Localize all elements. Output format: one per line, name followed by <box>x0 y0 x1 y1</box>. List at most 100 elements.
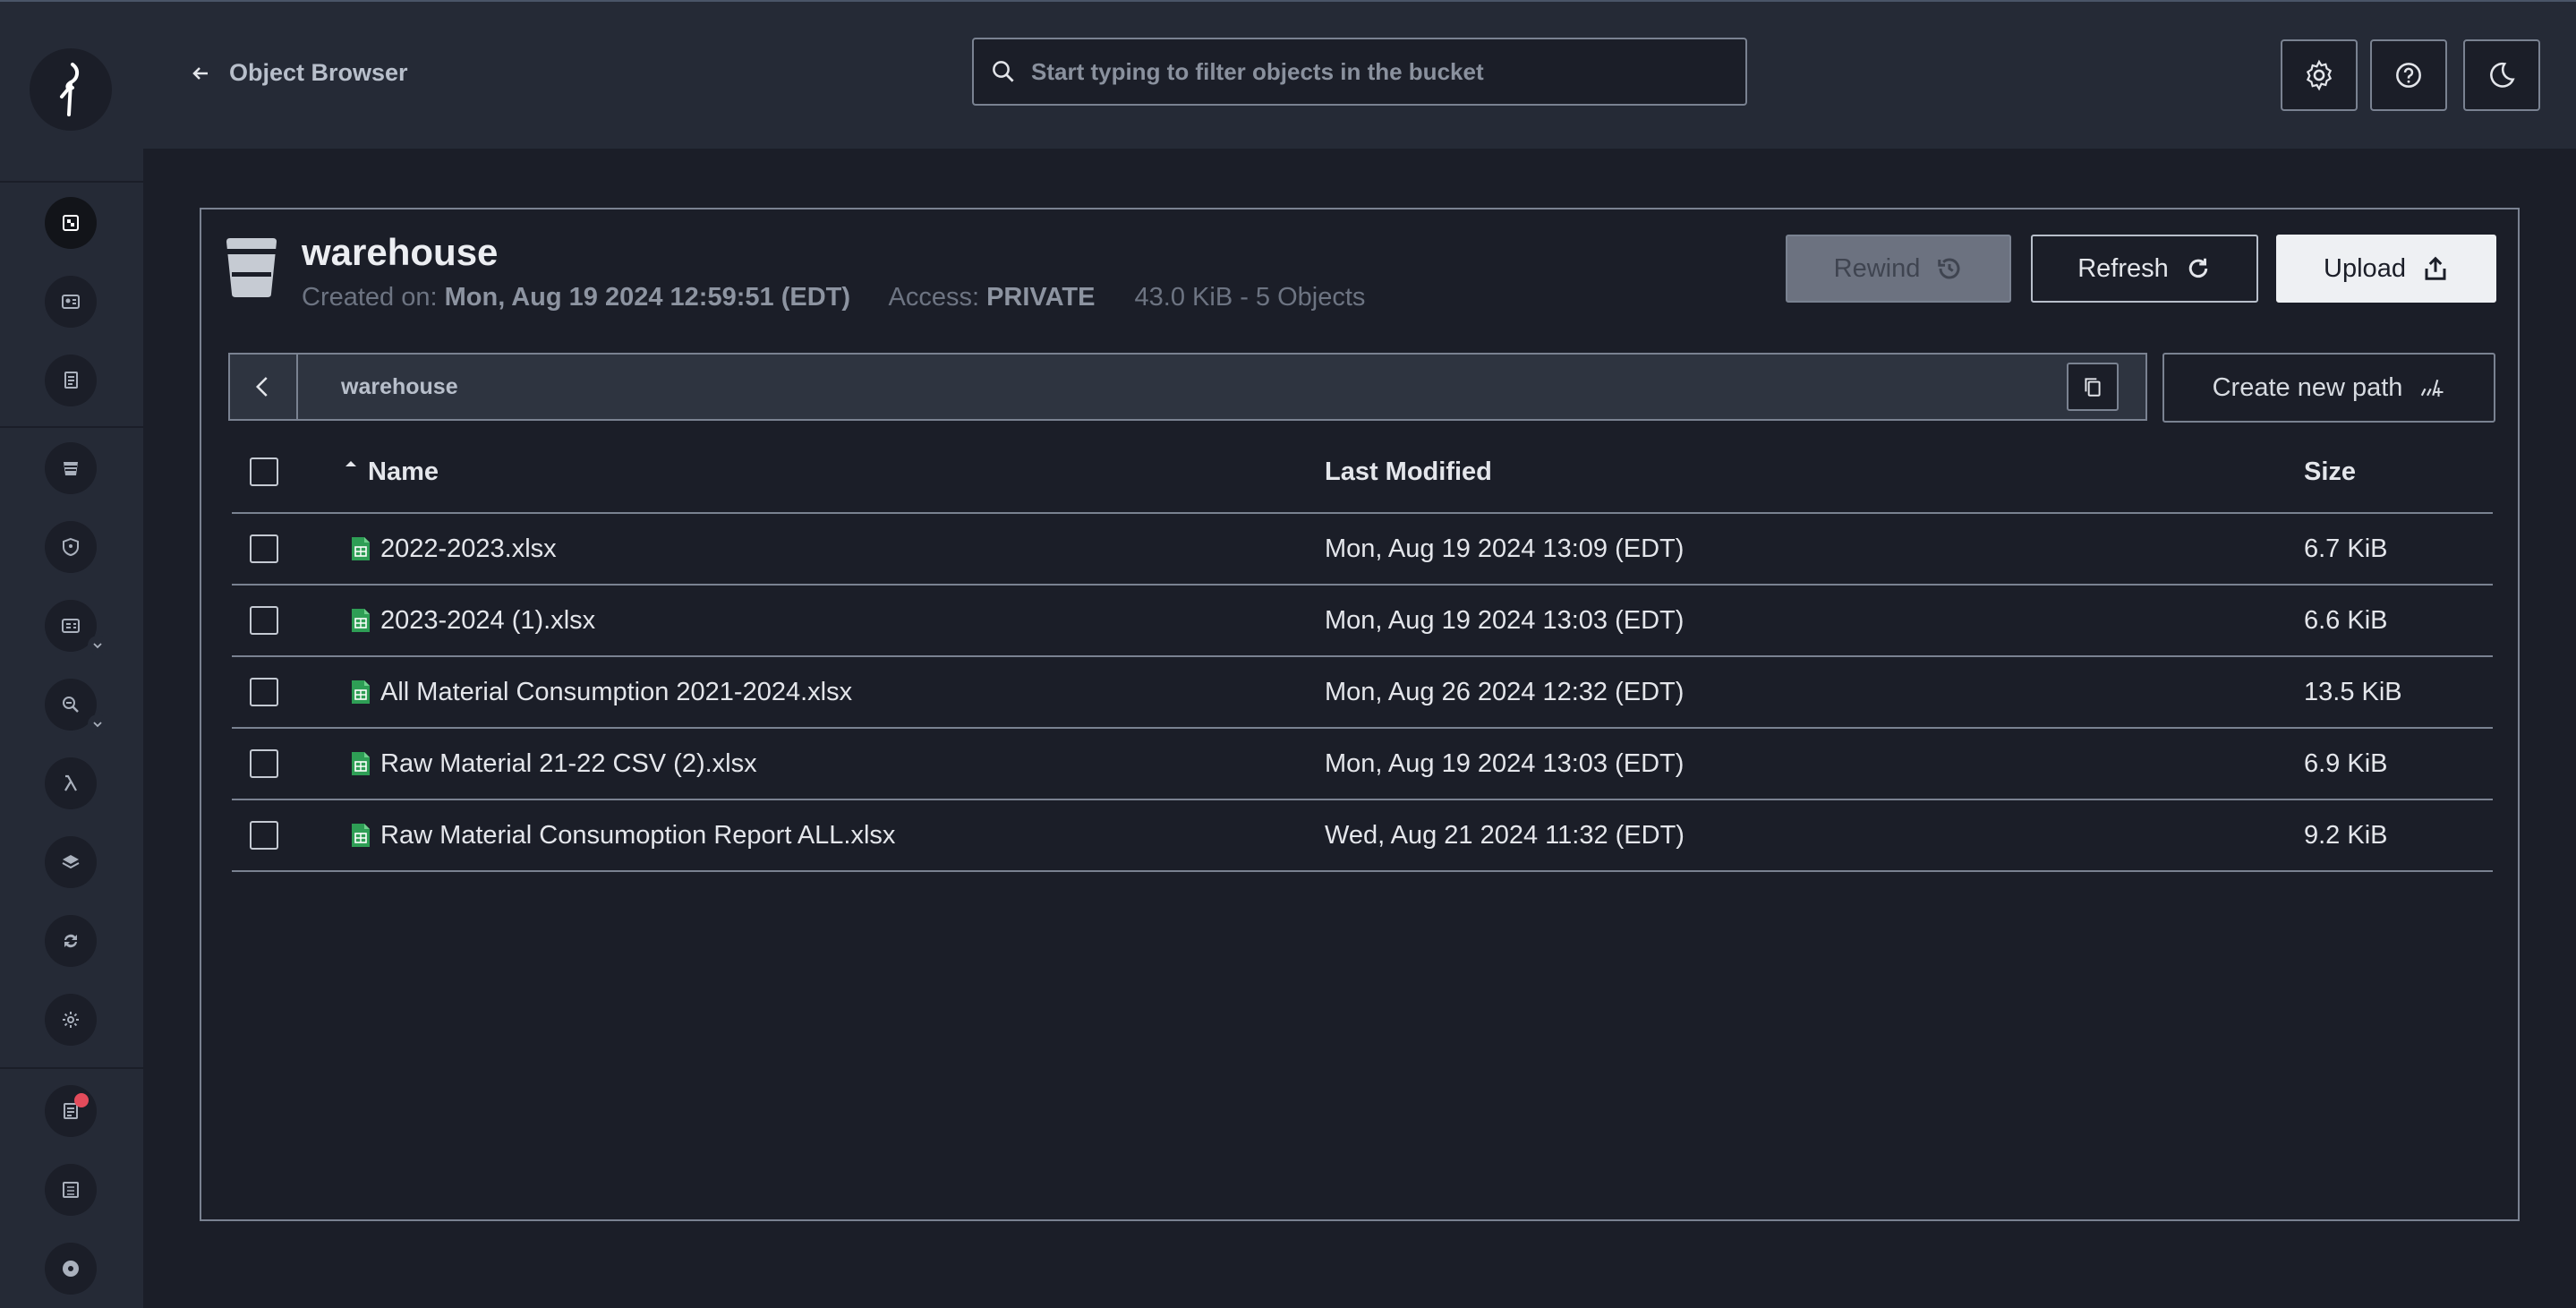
gear-icon <box>2306 59 2333 91</box>
refresh-icon <box>2188 258 2208 278</box>
create-new-path-button[interactable]: Create new path <box>2162 353 2495 423</box>
column-header-name[interactable]: Name <box>343 457 439 487</box>
file-name: All Material Consumption 2021-2024.xlsx <box>380 677 853 706</box>
spreadsheet-icon <box>352 680 370 704</box>
created-label: Created on: <box>302 283 438 312</box>
row-checkbox[interactable] <box>250 534 278 563</box>
sidebar-divider <box>0 1067 143 1069</box>
last-modified-cell: Wed, Aug 21 2024 11:32 (EDT) <box>1325 820 1685 850</box>
health-icon <box>63 1182 79 1198</box>
column-header-last-modified[interactable]: Last Modified <box>1325 457 1492 487</box>
row-checkbox[interactable] <box>250 606 278 635</box>
table-row[interactable]: Raw Material 21-22 CSV (2).xlsx Mon, Aug … <box>232 729 2493 800</box>
sidebar-divider <box>0 426 143 428</box>
sidebar-item-tiering[interactable] <box>45 836 97 888</box>
settings-button[interactable] <box>2281 39 2358 111</box>
file-name-cell[interactable]: 2022-2023.xlsx <box>350 534 557 564</box>
logo-icon <box>60 63 79 116</box>
sidebar-item-events[interactable] <box>45 757 97 809</box>
file-name-cell[interactable]: Raw Material Consumoption Report ALL.xls… <box>350 821 895 851</box>
upload-label: Upload <box>2324 253 2406 283</box>
search-icon <box>993 61 1014 82</box>
last-modified-cell: Mon, Aug 19 2024 13:03 (EDT) <box>1325 605 1685 635</box>
search-input[interactable] <box>1031 57 1745 86</box>
file-name: Raw Material Consumoption Report ALL.xls… <box>380 820 896 850</box>
sidebar-item-buckets[interactable] <box>45 442 97 494</box>
last-modified-cell: Mon, Aug 19 2024 13:03 (EDT) <box>1325 748 1685 778</box>
file-name-cell[interactable]: All Material Consumption 2021-2024.xlsx <box>350 678 852 707</box>
lambda-icon <box>64 774 77 791</box>
bucket-info-panel: warehouse Created on: Mon, Aug 19 2024 1… <box>200 208 2520 331</box>
dark-mode-toggle[interactable] <box>2463 39 2540 111</box>
chevron-down-icon[interactable] <box>88 714 107 734</box>
help-icon <box>2396 63 2421 88</box>
column-name-label: Name <box>368 457 439 486</box>
sidebar-item-configuration[interactable] <box>45 994 97 1046</box>
last-modified-cell: Mon, Aug 26 2024 12:32 (EDT) <box>1325 677 1685 706</box>
objects-table: Name Last Modified Size 2022-2023.xlsx Mo… <box>232 432 2493 872</box>
sidebar-item-profile[interactable] <box>45 1243 97 1295</box>
bucket-name: warehouse <box>302 231 499 273</box>
sidebar-item-access-keys[interactable] <box>45 276 97 328</box>
access-value: PRIVATE <box>986 283 1096 312</box>
help-button[interactable] <box>2370 39 2447 111</box>
size-cell: 6.7 KiB <box>2304 534 2388 563</box>
sidebar-item-object-browser[interactable] <box>45 197 97 249</box>
file-name: Raw Material 21-22 CSV (2).xlsx <box>380 748 757 778</box>
copy-path-button[interactable] <box>2067 363 2119 411</box>
size-cell: 9.2 KiB <box>2304 820 2388 850</box>
chevron-left-icon <box>255 377 268 397</box>
row-checkbox[interactable] <box>250 749 278 778</box>
row-checkbox[interactable] <box>250 821 278 850</box>
rewind-button[interactable]: Rewind <box>1786 235 2011 303</box>
file-name: 2023-2024 (1).xlsx <box>380 605 596 635</box>
size-cell: 13.5 KiB <box>2304 677 2402 706</box>
access-label: Access: <box>888 283 980 312</box>
sidebar-item-license[interactable] <box>45 1085 97 1137</box>
sidebar <box>0 2 143 1308</box>
spreadsheet-icon <box>352 609 370 632</box>
file-name-cell[interactable]: 2023-2024 (1).xlsx <box>350 606 595 636</box>
minio-logo[interactable] <box>30 48 112 131</box>
file-name-cell[interactable]: Raw Material 21-22 CSV (2).xlsx <box>350 749 757 779</box>
sync-icon <box>64 934 77 948</box>
breadcrumb: warehouse <box>228 353 2147 421</box>
shield-icon <box>63 537 79 557</box>
table-row[interactable]: Raw Material Consumoption Report ALL.xls… <box>232 800 2493 872</box>
sidebar-item-policies[interactable] <box>45 521 97 573</box>
table-header: Name Last Modified Size <box>232 432 2493 514</box>
gear-icon <box>63 1012 79 1028</box>
back-to-object-browser[interactable]: Object Browser <box>190 59 408 87</box>
select-all-checkbox[interactable] <box>250 457 278 486</box>
history-icon <box>1938 258 1960 279</box>
moon-icon <box>2490 62 2515 88</box>
breadcrumb-path[interactable]: warehouse <box>341 374 2067 400</box>
sidebar-item-site-replication[interactable] <box>45 915 97 967</box>
file-name: 2022-2023.xlsx <box>380 534 557 563</box>
size-cell: 6.6 KiB <box>2304 605 2388 635</box>
table-row[interactable]: 2022-2023.xlsx Mon, Aug 19 2024 13:09 (ED… <box>232 514 2493 586</box>
sidebar-item-health[interactable] <box>45 1164 97 1216</box>
row-checkbox[interactable] <box>250 678 278 706</box>
created-value: Mon, Aug 19 2024 12:59:51 (EDT) <box>444 283 851 312</box>
id-card-icon <box>62 619 80 633</box>
search-box[interactable] <box>972 38 1747 106</box>
profile-icon <box>63 1261 79 1277</box>
copy-icon <box>2085 378 2101 397</box>
arrow-left-icon[interactable] <box>190 63 211 84</box>
rewind-label: Rewind <box>1833 253 1921 283</box>
sidebar-item-documentation[interactable] <box>45 355 97 406</box>
table-row[interactable]: 2023-2024 (1).xlsx Mon, Aug 19 2024 13:03… <box>232 586 2493 657</box>
document-icon <box>64 372 78 389</box>
chevron-down-icon[interactable] <box>88 636 107 655</box>
column-header-size[interactable]: Size <box>2304 457 2356 487</box>
spreadsheet-icon <box>352 752 370 775</box>
upload-button[interactable]: Upload <box>2276 235 2496 303</box>
breadcrumb-back-button[interactable] <box>230 355 298 419</box>
refresh-button[interactable]: Refresh <box>2031 235 2258 303</box>
table-row[interactable]: All Material Consumption 2021-2024.xlsx M… <box>232 657 2493 729</box>
notification-dot <box>74 1093 89 1107</box>
bucket-icon <box>64 462 78 475</box>
size-cell: 6.9 KiB <box>2304 748 2388 778</box>
access-keys-icon <box>62 295 80 309</box>
